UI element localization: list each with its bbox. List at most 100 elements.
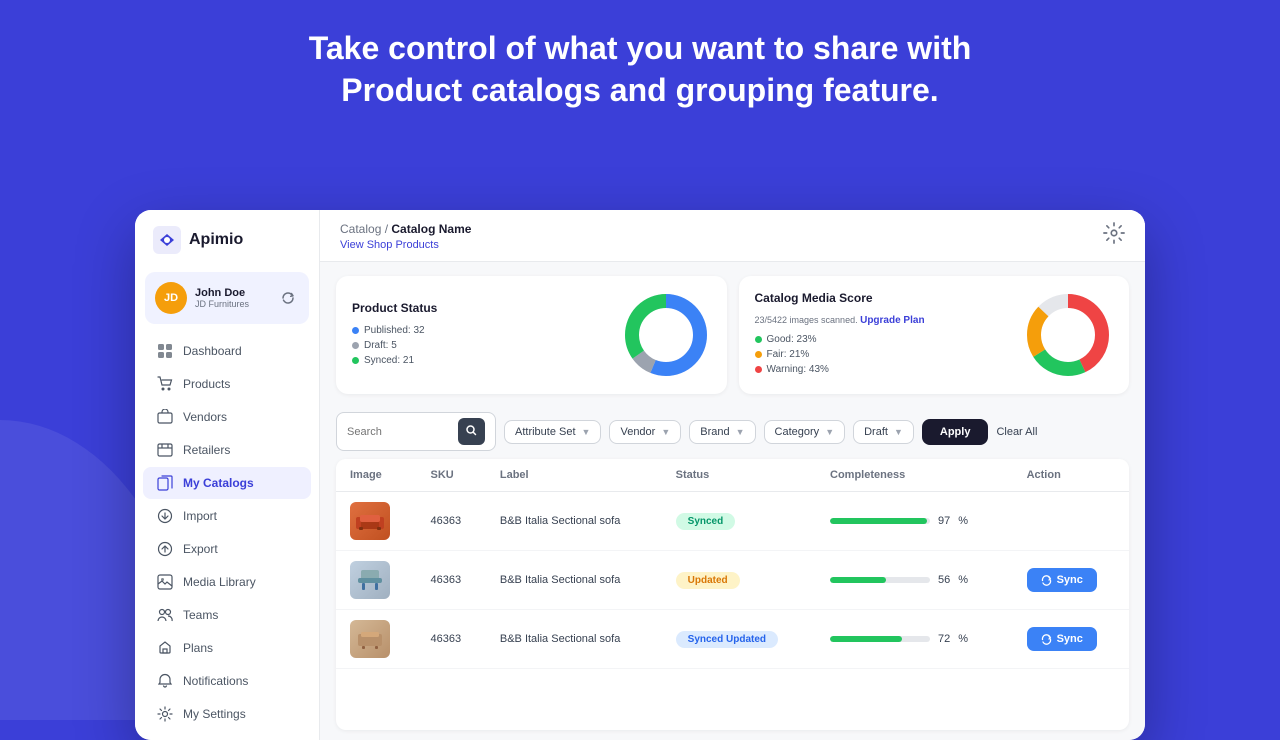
- sidebar-label-teams: Teams: [183, 608, 218, 622]
- plans-icon: [157, 640, 173, 656]
- user-card: JD John Doe JD Furnitures: [145, 272, 309, 324]
- sku-cell: 46363: [417, 551, 486, 610]
- search-box: [336, 412, 496, 451]
- progress-fill: [830, 636, 902, 642]
- clear-all-button[interactable]: Clear All: [996, 426, 1037, 438]
- sku-cell: 46363: [417, 610, 486, 669]
- nav-list: Dashboard Products Vendors: [135, 334, 319, 731]
- sidebar-item-my-catalogs[interactable]: My Catalogs: [143, 467, 311, 499]
- brand-dropdown[interactable]: Brand ▼: [689, 420, 755, 444]
- product-image: [350, 502, 390, 540]
- apply-button[interactable]: Apply: [922, 419, 989, 445]
- col-image: Image: [336, 459, 417, 492]
- vendor-dropdown[interactable]: Vendor ▼: [609, 420, 681, 444]
- upgrade-plan-link[interactable]: Upgrade Plan: [860, 315, 924, 326]
- label-cell: B&B Italia Sectional sofa: [486, 492, 662, 551]
- media-score-chart: [1023, 290, 1113, 380]
- avatar: JD: [155, 282, 187, 314]
- search-icon: [466, 425, 477, 436]
- sidebar-item-dashboard[interactable]: Dashboard: [143, 335, 311, 367]
- good-dot: [755, 336, 762, 343]
- settings-icon[interactable]: [1103, 222, 1125, 244]
- table-row: 46363 B&B Italia Sectional sofa Updated …: [336, 551, 1129, 610]
- attribute-set-dropdown[interactable]: Attribute Set ▼: [504, 420, 601, 444]
- progress-text: 72: [938, 633, 950, 645]
- export-icon: [157, 541, 173, 557]
- filters-row: Attribute Set ▼ Vendor ▼ Brand ▼ Categor…: [320, 404, 1145, 459]
- legend-warning: Warning: 43%: [755, 364, 1008, 375]
- logo-area: Apimio: [135, 210, 319, 266]
- sidebar-item-vendors[interactable]: Vendors: [143, 401, 311, 433]
- col-sku: SKU: [417, 459, 486, 492]
- breadcrumb-parent: Catalog: [340, 222, 381, 236]
- col-label: Label: [486, 459, 662, 492]
- sync-button[interactable]: Sync: [1027, 627, 1097, 651]
- completeness-bar: 72%: [830, 633, 999, 645]
- vendors-icon: [157, 409, 173, 425]
- draft-dot: [352, 342, 359, 349]
- products-table-container: Image SKU Label Status Completeness Acti…: [336, 459, 1129, 730]
- sidebar-label-notifications: Notifications: [183, 674, 248, 688]
- status-badge: Updated: [676, 572, 740, 589]
- product-status-title: Product Status: [352, 301, 605, 315]
- sidebar-item-import[interactable]: Import: [143, 500, 311, 532]
- progress-text: 56: [938, 574, 950, 586]
- teams-icon: [157, 607, 173, 623]
- sku-cell: 46363: [417, 492, 486, 551]
- sidebar-label-plans: Plans: [183, 641, 213, 655]
- chevron-down-icon: ▼: [736, 427, 745, 437]
- warning-dot: [755, 366, 762, 373]
- sidebar-item-my-settings[interactable]: My Settings: [143, 698, 311, 730]
- sidebar-item-teams[interactable]: Teams: [143, 599, 311, 631]
- published-dot: [352, 327, 359, 334]
- user-name: John Doe: [195, 287, 269, 299]
- label-cell: B&B Italia Sectional sofa: [486, 610, 662, 669]
- legend-good: Good: 23%: [755, 334, 1008, 345]
- col-status: Status: [662, 459, 816, 492]
- media-score-sub: 23/5422 images scanned. Upgrade Plan: [755, 315, 1008, 326]
- sync-icon: [1041, 634, 1052, 645]
- chevron-down-icon: ▼: [582, 427, 591, 437]
- legend-published: Published: 32: [352, 325, 605, 336]
- chevron-down-icon: ▼: [825, 427, 834, 437]
- sidebar-item-export[interactable]: Export: [143, 533, 311, 565]
- products-icon: [157, 376, 173, 392]
- sync-icon[interactable]: [277, 287, 299, 309]
- logo-icon: [153, 226, 181, 254]
- sidebar-label-products: Products: [183, 377, 230, 391]
- synced-dot: [352, 357, 359, 364]
- cards-row: Product Status Published: 32 Draft: 5: [320, 262, 1145, 404]
- app-container: Apimio JD John Doe JD Furnitures: [135, 210, 1145, 740]
- product-status-card: Product Status Published: 32 Draft: 5: [336, 276, 727, 394]
- progress-text: 97: [938, 515, 950, 527]
- view-shop-link[interactable]: View Shop Products: [340, 239, 471, 251]
- sidebar-item-retailers[interactable]: Retailers: [143, 434, 311, 466]
- progress-fill: [830, 518, 927, 524]
- search-button[interactable]: [458, 418, 485, 445]
- sidebar-label-import: Import: [183, 509, 217, 523]
- breadcrumb: Catalog / Catalog Name: [340, 222, 471, 236]
- sidebar-label-dashboard: Dashboard: [183, 344, 242, 358]
- category-dropdown[interactable]: Category ▼: [764, 420, 846, 444]
- hero-section: Take control of what you want to share w…: [0, 0, 1280, 131]
- user-company: JD Furnitures: [195, 299, 269, 309]
- progress-fill: [830, 577, 886, 583]
- search-input[interactable]: [347, 426, 454, 438]
- sidebar-item-media-library[interactable]: Media Library: [143, 566, 311, 598]
- sidebar-item-products[interactable]: Products: [143, 368, 311, 400]
- notifications-icon: [157, 673, 173, 689]
- sidebar-label-my-settings: My Settings: [183, 707, 246, 721]
- sidebar-item-plans[interactable]: Plans: [143, 632, 311, 664]
- media-score-card: Catalog Media Score 23/5422 images scann…: [739, 276, 1130, 394]
- completeness-bar: 56%: [830, 574, 999, 586]
- status-badge: Synced: [676, 513, 736, 530]
- products-table: Image SKU Label Status Completeness Acti…: [336, 459, 1129, 669]
- completeness-bar: 97%: [830, 515, 999, 527]
- product-status-legend: Published: 32 Draft: 5 Synced: 21: [352, 325, 605, 366]
- breadcrumb-current: Catalog Name: [391, 222, 471, 236]
- draft-dropdown[interactable]: Draft ▼: [853, 420, 914, 444]
- sidebar-item-notifications[interactable]: Notifications: [143, 665, 311, 697]
- col-completeness: Completeness: [816, 459, 1013, 492]
- sync-button[interactable]: Sync: [1027, 568, 1097, 592]
- product-image: [350, 620, 390, 658]
